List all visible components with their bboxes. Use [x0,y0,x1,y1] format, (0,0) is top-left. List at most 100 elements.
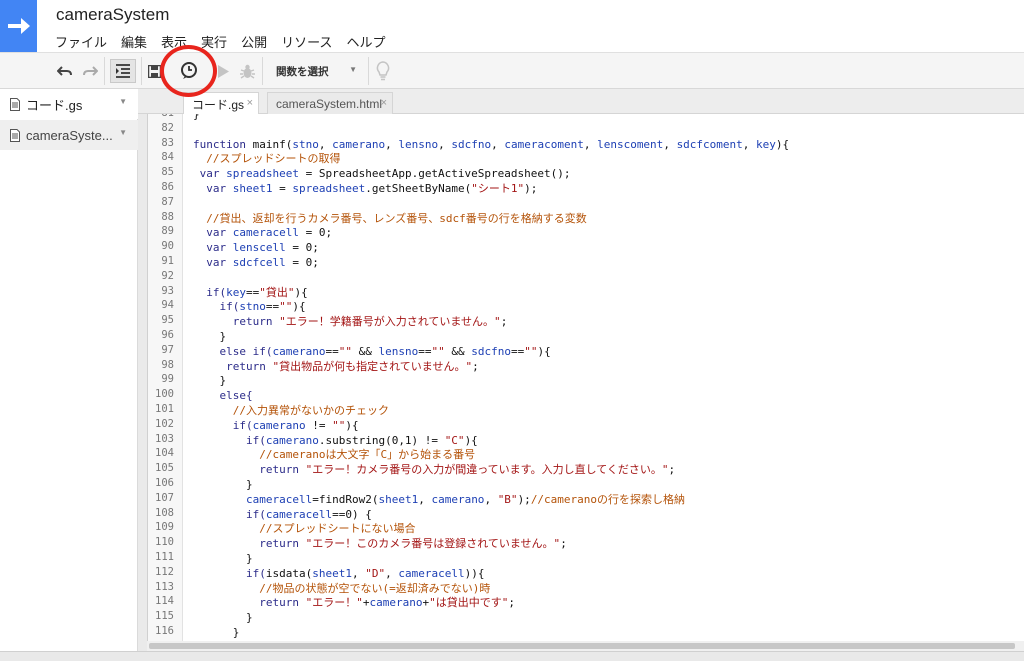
code-line[interactable]: if(camerano.substring(0,1) != "C"){ [193,433,478,448]
redo-icon [83,66,98,76]
code-token: camerano [252,418,306,432]
file-menu-arrow-icon[interactable]: ▼ [119,128,127,137]
code-token: //cameranoの行を探索し格納 [530,492,686,506]
toolbar-divider [104,57,105,85]
code-line[interactable]: } [193,551,253,566]
code-line[interactable]: var cameracell = 0; [193,225,332,240]
code-token: ; [500,315,508,329]
file-name: コード.gs [26,97,83,113]
code-lines[interactable]: } function mainf(stno, camerano, lensno, … [193,114,1023,641]
tab-code-gs[interactable]: コード.gs × [183,92,259,115]
run-button[interactable] [214,59,232,83]
trigger-button[interactable] [176,59,202,83]
code-token: if( [193,285,227,299]
tab-camerasystem-html[interactable]: cameraSystem.html × [267,92,393,114]
code-token: .substring(0,1) != [318,433,445,447]
code-line[interactable]: //スプレッドシートにない場合 [193,521,415,536]
horizontal-scrollbar[interactable] [147,641,1024,651]
code-token: == [510,344,525,358]
code-line[interactable]: if(isdata(sheet1, "D", cameracell)){ [193,566,484,581]
menu-view[interactable]: 表示 [154,30,194,50]
code-token: var [193,241,233,255]
code-token: , [318,137,333,151]
code-line[interactable]: //貸出、返却を行うカメラ番号、レンズ番号、sdcf番号の行を格納する変数 [193,211,587,226]
code-line[interactable]: } [193,329,226,344]
menu-publish[interactable]: 公開 [234,30,274,50]
code-line[interactable]: return "エラー！このカメラ番号は登録されていません。"; [193,536,567,551]
code-token: } [193,611,253,625]
menu-file[interactable]: ファイル [48,30,114,50]
menu-edit[interactable]: 編集 [114,30,154,50]
apps-script-logo[interactable] [0,0,37,52]
undo-button[interactable] [55,59,75,83]
file-menu-arrow-icon[interactable]: ▼ [119,97,127,106]
code-line[interactable]: //入力異常がないかのチェック [193,403,389,418]
code-line[interactable]: function mainf(stno, camerano, lensno, s… [193,137,789,152]
code-editor[interactable]: 81 82 83 84 85 86 87 88 89 90 91 92 93 94 95 96 97 98 99 10… [147,114,1024,641]
line-number: 105 [155,462,174,475]
line-number: 86 [161,181,174,193]
code-token: spreadsheet [226,167,299,181]
code-line[interactable]: if(stno==""){ [193,299,305,314]
code-line[interactable]: else if(camerano=="" && lensno=="" && sd… [193,344,550,359]
code-line[interactable]: var spreadsheet = SpreadsheetApp.getActi… [193,166,571,181]
indent-button[interactable] [110,59,136,83]
code-token: mainf( [252,137,293,151]
code-line[interactable]: //cameranoは大文字「C」から始まる番号 [193,447,475,462]
line-number: 84 [161,151,174,164]
save-button[interactable] [145,59,163,83]
code-line[interactable]: cameracell=findRow2(sheet1, camerano, "B… [193,492,685,507]
code-token: "" [431,344,445,358]
code-line[interactable]: } [193,373,226,388]
code-token: return [193,463,306,477]
code-line[interactable]: return "エラー！学籍番号が入力されていません。"; [193,314,508,329]
code-token: = 0; [298,226,333,240]
code-token: "エラー！カメラ番号の入力が間違っています。入力し直してください。" [305,463,669,477]
code-line[interactable]: return "エラー！カメラ番号の入力が間違っています。入力し直してください。… [193,462,675,477]
code-line[interactable]: var lenscell = 0; [193,240,319,255]
code-line[interactable]: var sheet1 = spreadsheet.getSheetByName(… [193,181,537,196]
code-line[interactable]: //スプレッドシートの取得 [193,151,340,166]
menu-resources[interactable]: リソース [274,30,339,50]
code-line[interactable]: return "エラー！"+camerano+"は貸出中です"; [193,595,515,610]
redo-button[interactable] [80,59,100,83]
code-token: var [193,182,233,195]
line-number: 112 [155,565,174,578]
line-number: 91 [161,255,174,267]
code-line[interactable]: var sdcfcell = 0; [193,255,319,270]
line-number: 99 [161,373,174,386]
code-line[interactable]: } [193,610,253,625]
code-line[interactable]: //物品の状態が空でない(=返却済みでない)時 [193,581,490,596]
file-name: cameraSyste... [26,127,113,143]
close-icon[interactable]: × [247,97,253,109]
line-number: 109 [155,521,174,534]
code-token: && [444,344,472,358]
code-token: sdcfno [471,344,511,358]
code-token: camerano [265,433,319,447]
toolbar: 関数を選択 ▼ [0,52,1024,89]
close-icon[interactable]: × [381,97,387,109]
file-item-code-gs[interactable]: コード.gs ▼ [0,89,138,119]
menu-help[interactable]: ヘルプ [339,30,392,50]
scrollbar-thumb[interactable] [149,643,1015,649]
code-token: sheet1 [232,182,273,195]
code-line[interactable]: if(cameracell==0) { [193,507,372,522]
menu-run[interactable]: 実行 [194,30,234,50]
line-number: 100 [155,388,174,401]
code-token: cameracoment [504,137,584,151]
debug-button[interactable] [237,59,257,83]
code-token: "" [524,344,538,358]
file-item-camerasystem-html[interactable]: cameraSyste... ▼ [0,120,138,150]
code-line[interactable]: } [193,477,253,492]
hint-button[interactable] [372,59,394,83]
code-line[interactable]: if(key=="貸出"){ [193,285,308,300]
code-line[interactable]: if(camerano != ""){ [193,418,359,433]
code-line[interactable]: } [193,625,240,640]
code-line[interactable]: } [193,114,200,122]
code-line[interactable]: return "貸出物品が何も指定されていません。"; [193,359,479,374]
code-token: , [491,137,505,151]
code-line[interactable]: else{ [193,388,252,403]
function-select[interactable]: 関数を選択 ▼ [265,58,367,84]
code-token: cameracell [232,226,299,240]
project-title[interactable]: cameraSystem [56,5,169,25]
